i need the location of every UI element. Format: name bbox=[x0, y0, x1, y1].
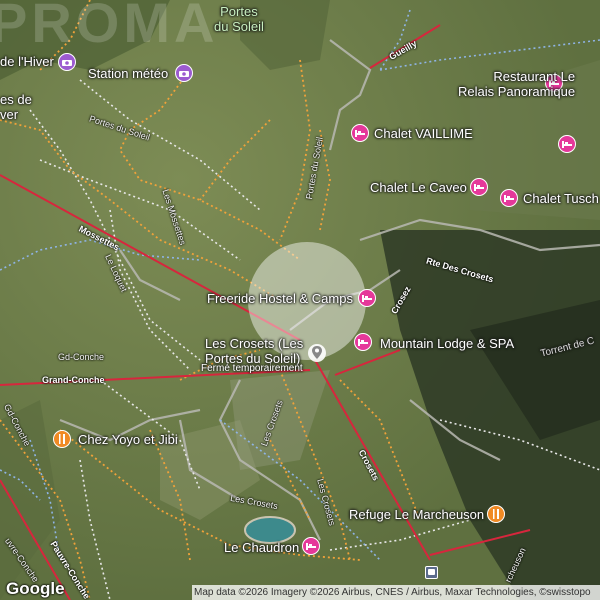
hotel-icon[interactable] bbox=[470, 178, 488, 196]
label-refuge-marcheuson[interactable]: Refuge Le Marcheuson bbox=[349, 507, 484, 523]
location-pin-icon[interactable] bbox=[306, 342, 328, 364]
hotel-icon[interactable] bbox=[558, 135, 576, 153]
road-label-grand-conche: Grand-Conche bbox=[42, 375, 105, 385]
map-attribution[interactable]: Map data ©2026 Imagery ©2026 Airbus, CNE… bbox=[192, 585, 600, 600]
label-chez-yoyo[interactable]: Chez Yoyo et Jibi bbox=[78, 432, 178, 448]
hotel-icon[interactable] bbox=[358, 289, 376, 307]
watermark: PROMA bbox=[0, 0, 219, 54]
trail-label-gd-conche: Gd-Conche bbox=[58, 352, 105, 362]
label-chalet-le-caveo[interactable]: Chalet Le Caveo bbox=[370, 180, 467, 196]
label-mountain-lodge[interactable]: Mountain Lodge & SPA bbox=[380, 336, 514, 352]
hotel-icon[interactable] bbox=[351, 124, 369, 142]
label-restaurant-relais[interactable]: Restaurant Le Relais Panoramique bbox=[458, 69, 575, 100]
label-station-meteo[interactable]: Station météo bbox=[88, 66, 168, 82]
label-chalet-vaillime[interactable]: Chalet VAILLIME bbox=[374, 126, 473, 142]
label-portes-du-soleil: Portes du Soleil bbox=[214, 4, 264, 34]
google-logo: Google bbox=[6, 579, 65, 598]
label-le-chaudron[interactable]: Le Chaudron bbox=[224, 540, 299, 556]
label-freeride-hostel[interactable]: Freeride Hostel & Camps bbox=[207, 291, 353, 307]
webcam-icon[interactable] bbox=[58, 53, 76, 71]
restaurant-icon[interactable] bbox=[53, 430, 71, 448]
weather-station-icon[interactable] bbox=[175, 64, 193, 82]
label-chalet-tusch[interactable]: Chalet Tusch bbox=[523, 191, 599, 207]
label-partial-hiver: es de ver bbox=[0, 92, 32, 122]
map-canvas[interactable]: PROMA Portes du Soleil de l'Hiver Statio… bbox=[0, 0, 600, 600]
restaurant-icon[interactable] bbox=[487, 505, 505, 523]
hotel-icon[interactable] bbox=[500, 189, 518, 207]
label-de-l-hiver: de l'Hiver bbox=[0, 54, 54, 69]
label-ferme-temporairement: Fermé temporairement bbox=[201, 363, 303, 374]
hotel-icon[interactable] bbox=[354, 333, 372, 351]
hotel-icon[interactable] bbox=[302, 537, 320, 555]
bus-stop-icon[interactable] bbox=[425, 566, 438, 579]
